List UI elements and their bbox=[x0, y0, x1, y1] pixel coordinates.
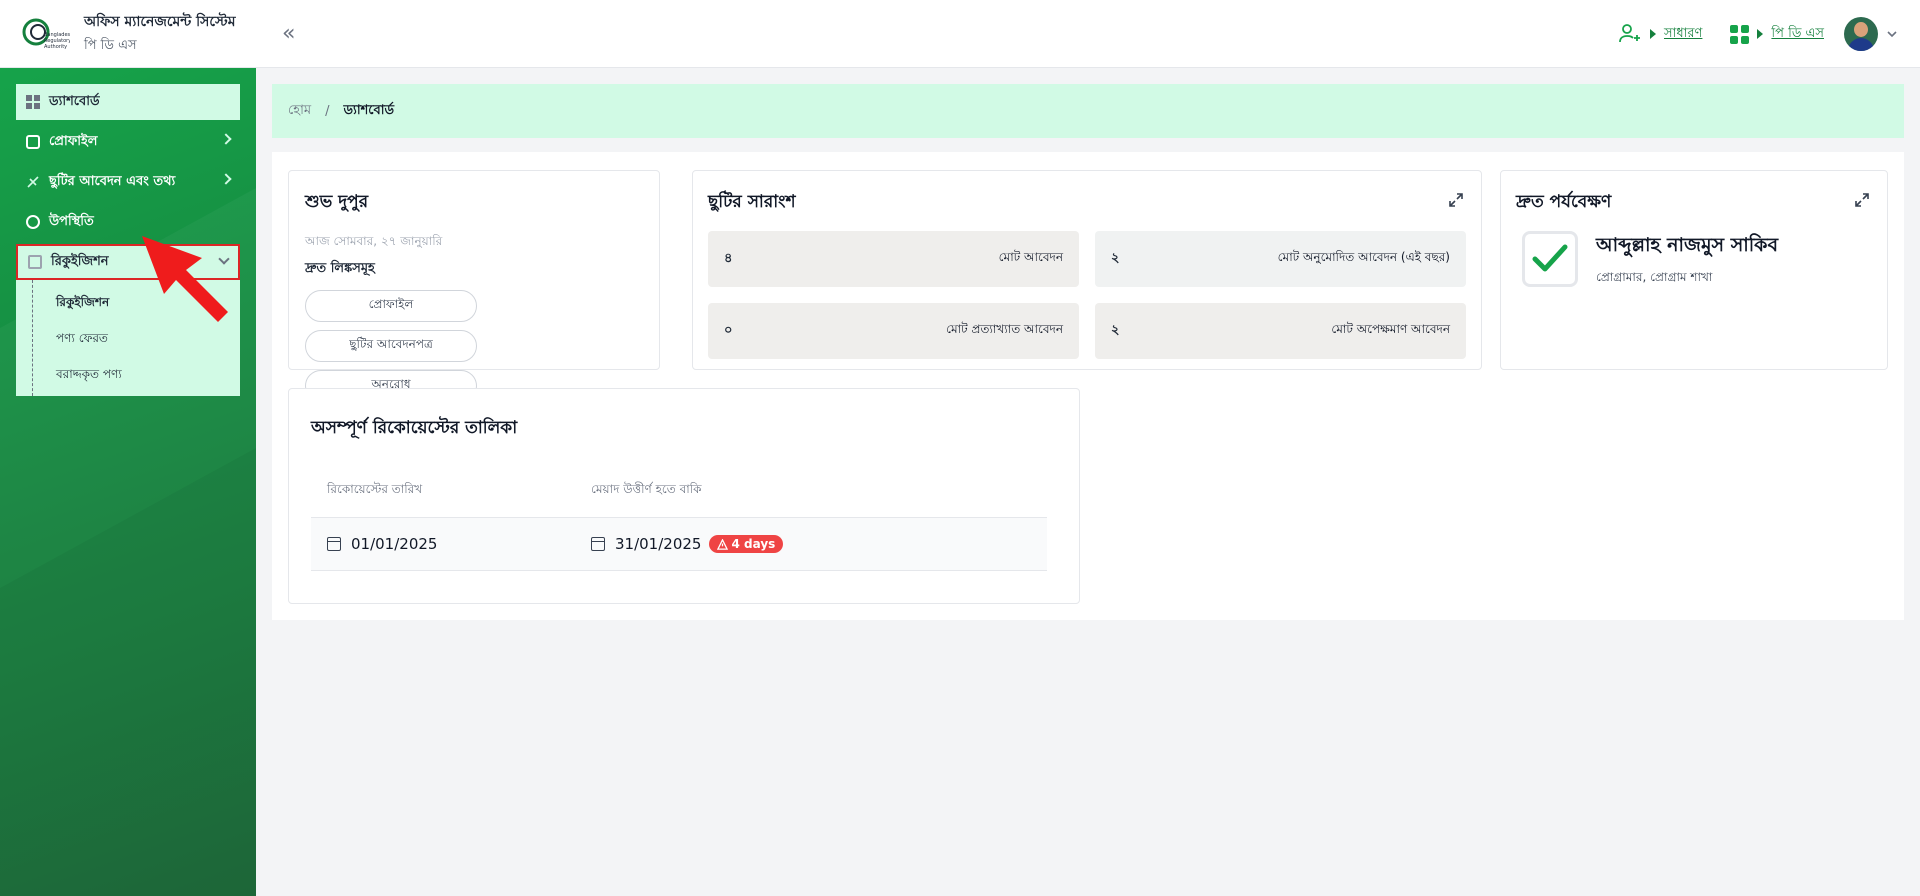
sidebar-item-label: ড্যাশবোর্ড bbox=[49, 93, 100, 109]
stat-value: ২ bbox=[1111, 250, 1120, 266]
pending-requests-title: অসম্পূর্ণ রিকোয়েস্টের তালিকা bbox=[311, 418, 518, 438]
warning-icon bbox=[717, 538, 729, 550]
expand-icon[interactable] bbox=[1449, 193, 1463, 207]
remaining-days-badge: 4 days bbox=[709, 535, 784, 553]
column-expiry: মেয়াদ উত্তীর্ণ হতে বাকি bbox=[591, 482, 702, 496]
avatar[interactable] bbox=[1844, 17, 1878, 51]
brand[interactable]: Bangladesh Regulatory Authority অফিস ম্য… bbox=[22, 10, 252, 57]
monitoring-body: আব্দুল্লাহ নাজমুস সাকিব প্রোগ্রামার, প্র… bbox=[1516, 231, 1872, 289]
user-menu[interactable] bbox=[1844, 17, 1898, 51]
employee-name: আব্দুল্লাহ নাজমুস সাকিব bbox=[1596, 234, 1779, 256]
cell-request-date: 01/01/2025 bbox=[311, 535, 591, 553]
profile-icon bbox=[26, 135, 40, 149]
stat-label: মোট অনুমোদিত আবেদন (এই বছর) bbox=[1277, 250, 1450, 264]
sidebar-item-label: প্রোফাইল bbox=[49, 133, 98, 149]
leave-summary-card: ছুটির সারাংশ ৪ মোট আবেদন ২ মোট অনুমোদিত … bbox=[692, 170, 1482, 370]
dashboard-content: শুভ দুপুর আজ সোমবার, ২৭ জানুয়ারি দ্রুত … bbox=[272, 152, 1904, 620]
table-row[interactable]: 01/01/2025 31/01/2025 4 days bbox=[311, 517, 1047, 571]
greeting-card: শুভ দুপুর আজ সোমবার, ২৭ জানুয়ারি দ্রুত … bbox=[288, 170, 660, 402]
stat-label: মোট আবেদন bbox=[998, 250, 1063, 264]
stat-value: ০ bbox=[724, 322, 733, 338]
sidebar-item-label: রিকুইজিশন bbox=[51, 253, 109, 269]
sidebar-item-profile[interactable]: প্রোফাইল bbox=[16, 124, 240, 160]
annotation-arrow-icon bbox=[142, 236, 228, 322]
stat-value: ৪ bbox=[724, 250, 733, 266]
leave-stats: ৪ মোট আবেদন ২ মোট অনুমোদিত আবেদন (এই বছর… bbox=[708, 231, 1466, 359]
sidebar-item-label: উপস্থিতি bbox=[49, 213, 94, 229]
stat-total-applications: ৪ মোট আবেদন bbox=[708, 231, 1079, 287]
module-switcher[interactable]: পি ডি এস bbox=[1730, 24, 1824, 45]
double-chevron-left-icon[interactable]: « bbox=[282, 21, 295, 46]
top-header: Bangladesh Regulatory Authority অফিস ম্য… bbox=[0, 0, 1920, 68]
cell-expiry-date: 31/01/2025 4 days bbox=[591, 535, 784, 553]
sidebar: ড্যাশবোর্ড প্রোফাইল ছুটির আবেদন এবং তথ্য… bbox=[0, 68, 256, 896]
greeting-date: আজ সোমবার, ২৭ জানুয়ারি bbox=[305, 234, 443, 248]
submenu-item-allocated-products[interactable]: বরাদ্দকৃত পণ্য bbox=[16, 356, 240, 392]
role-switcher[interactable]: সাধারণ bbox=[1618, 22, 1702, 46]
app-title: অফিস ম্যানেজমেন্ট সিস্টেম bbox=[84, 14, 236, 30]
employee-role: প্রোগ্রামার, প্রোগ্রাম শাখা bbox=[1596, 270, 1713, 284]
quick-link-profile[interactable]: প্রোফাইল bbox=[305, 290, 477, 322]
svg-text:Authority: Authority bbox=[44, 44, 67, 50]
role-link[interactable]: সাধারণ bbox=[1664, 24, 1702, 45]
logo: Bangladesh Regulatory Authority bbox=[22, 14, 73, 54]
stat-label: মোট অপেক্ষমাণ আবেদন bbox=[1331, 322, 1450, 336]
quick-links-label: দ্রুত লিঙ্কসমূহ bbox=[305, 261, 375, 276]
column-request-date: রিকোয়েস্টের তারিখ bbox=[327, 482, 423, 496]
caret-right-icon bbox=[1649, 29, 1656, 39]
breadcrumb-current: ড্যাশবোর্ড bbox=[343, 102, 395, 118]
apps-grid-icon bbox=[1730, 24, 1750, 44]
app-subtitle: পি ডি এস bbox=[84, 38, 137, 53]
leave-summary-title: ছুটির সারাংশ bbox=[708, 192, 796, 212]
chevron-right-icon bbox=[220, 173, 232, 185]
requisition-icon bbox=[28, 255, 42, 269]
table-header: রিকোয়েস্টের তারিখ মেয়াদ উত্তীর্ণ হতে ব… bbox=[311, 475, 1057, 507]
quick-links: প্রোফাইল ছুটির আবেদনপত্র অনুরোধ bbox=[305, 290, 651, 402]
monitoring-title: দ্রুত পর্যবেক্ষণ bbox=[1516, 192, 1612, 212]
sidebar-item-leave[interactable]: ছুটির আবেদন এবং তথ্য bbox=[16, 164, 240, 200]
quick-monitoring-card: দ্রুত পর্যবেক্ষণ আব্দুল্লাহ নাজমুস সাকিব… bbox=[1500, 170, 1888, 370]
module-link[interactable]: পি ডি এস bbox=[1771, 24, 1824, 45]
request-date: 01/01/2025 bbox=[351, 535, 438, 553]
chevron-down-icon[interactable] bbox=[1886, 28, 1898, 40]
calendar-icon bbox=[591, 537, 605, 551]
clock-icon bbox=[26, 215, 40, 229]
stat-label: মোট প্রত্যাখ্যাত আবেদন bbox=[946, 322, 1063, 336]
stat-pending-applications: ২ মোট অপেক্ষমাণ আবেদন bbox=[1095, 303, 1466, 359]
expand-icon[interactable] bbox=[1855, 193, 1869, 207]
greeting-title: শুভ দুপুর bbox=[305, 192, 369, 212]
leave-icon bbox=[26, 175, 40, 189]
expiry-date: 31/01/2025 bbox=[615, 535, 702, 553]
header-actions: সাধারণ পি ডি এস bbox=[1618, 0, 1898, 68]
breadcrumb: হোম / ড্যাশবোর্ড bbox=[272, 84, 1904, 138]
stat-approved-applications: ২ মোট অনুমোদিত আবেদন (এই বছর) bbox=[1095, 231, 1466, 287]
breadcrumb-separator: / bbox=[325, 103, 330, 119]
quick-link-leave-application[interactable]: ছুটির আবেদনপত্র bbox=[305, 330, 477, 362]
caret-right-icon bbox=[1757, 29, 1764, 39]
sidebar-item-label: ছুটির আবেদন এবং তথ্য bbox=[49, 173, 176, 189]
check-icon bbox=[1522, 231, 1578, 287]
pending-requests-card: অসম্পূর্ণ রিকোয়েস্টের তালিকা রিকোয়েস্ট… bbox=[288, 388, 1080, 604]
calendar-icon bbox=[327, 537, 341, 551]
stat-rejected-applications: ০ মোট প্রত্যাখ্যাত আবেদন bbox=[708, 303, 1079, 359]
sidebar-item-dashboard[interactable]: ড্যাশবোর্ড bbox=[16, 84, 240, 120]
chevron-right-icon bbox=[220, 133, 232, 145]
remaining-days: 4 days bbox=[731, 537, 776, 551]
breadcrumb-home[interactable]: হোম bbox=[288, 101, 311, 122]
stat-value: ২ bbox=[1111, 322, 1120, 338]
dashboard-icon bbox=[26, 95, 40, 109]
user-switch-icon bbox=[1619, 24, 1640, 43]
